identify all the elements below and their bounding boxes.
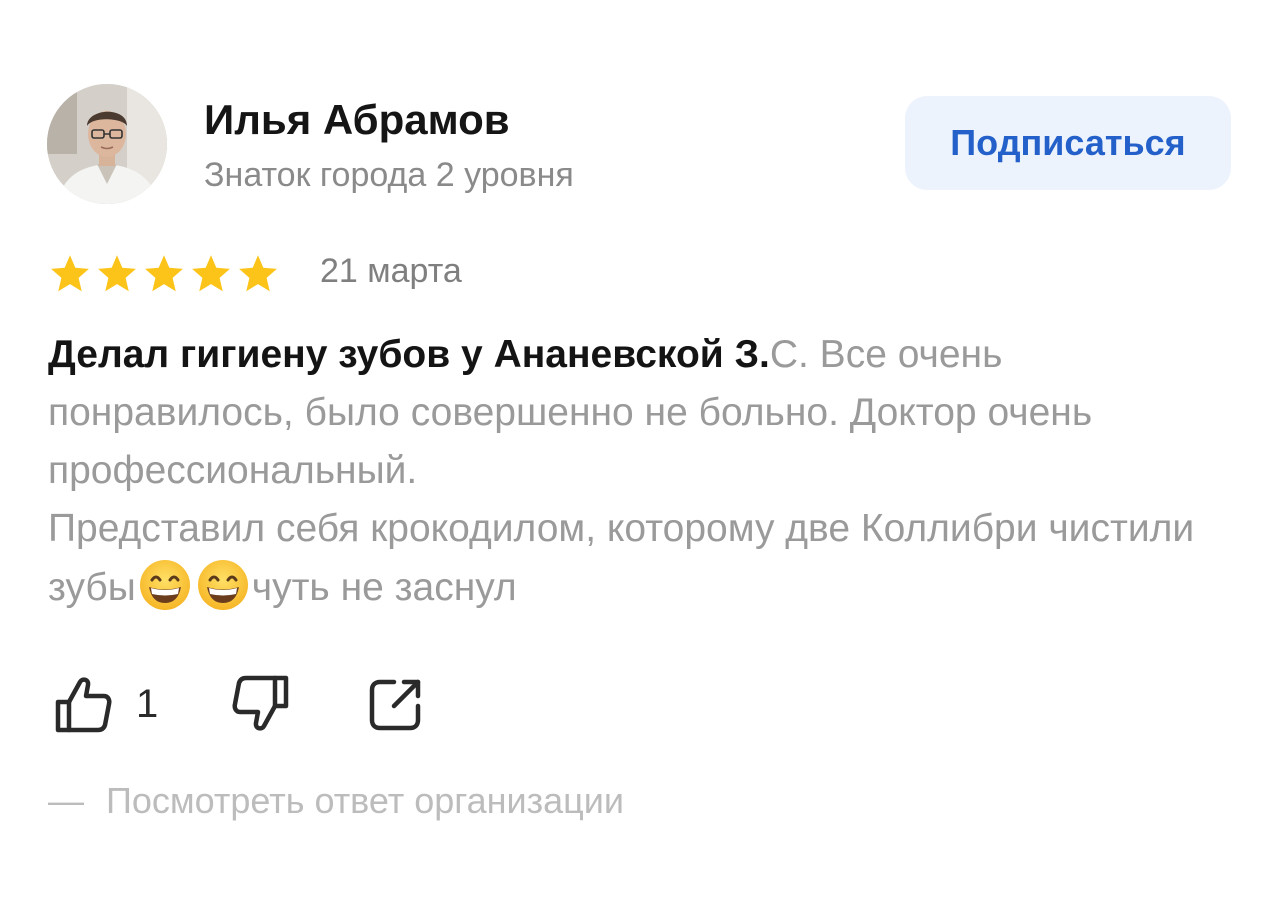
share-icon[interactable] [364,672,428,736]
star-icon [51,255,89,292]
review-card: Илья Абрамов Знаток города 2 уровня Подп… [0,0,1280,911]
avatar[interactable] [47,84,167,204]
review-text: Делал гигиену зубов у Ананевской З.С. Вс… [48,326,1238,617]
avatar-photo [47,84,167,204]
thumbs-up-icon[interactable] [52,672,116,736]
star-icon [239,255,277,292]
grinning-emoji-icon [197,560,248,610]
thumbs-down-icon[interactable] [228,672,292,736]
star-icon [145,255,183,292]
grinning-emoji-icon [139,560,190,610]
view-org-reply-link[interactable]: — Посмотреть ответ организации [48,780,624,822]
org-reply-dash: — [48,780,84,821]
subscribe-button[interactable]: Подписаться [905,96,1231,190]
review-text-bold: Делал гигиену зубов у Ананевской З. [48,333,770,376]
author-name[interactable]: Илья Абрамов [204,96,510,144]
review-date: 21 марта [320,252,462,290]
org-reply-label: Посмотреть ответ организации [106,780,624,821]
star-icon [98,255,136,292]
rating-stars [48,252,280,296]
like-count: 1 [136,682,159,726]
author-status: Знаток города 2 уровня [204,156,574,194]
star-icon [192,255,230,292]
review-text-end: чуть не заснул [251,566,517,609]
